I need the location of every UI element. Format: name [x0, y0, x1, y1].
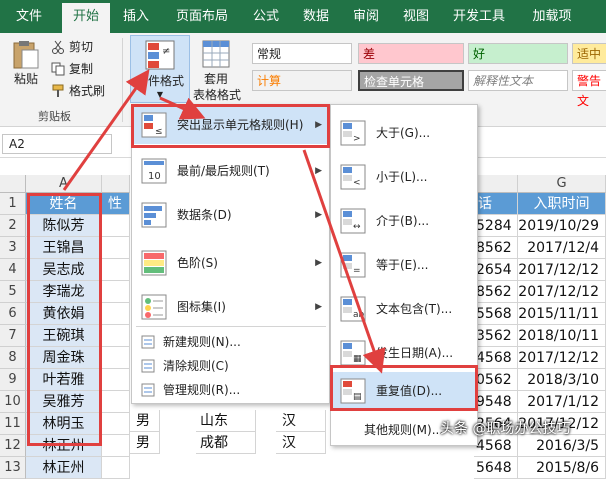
- hire-date-cell[interactable]: 2015/8/6: [518, 457, 606, 479]
- gender-cell[interactable]: [102, 457, 130, 479]
- name-cell[interactable]: 林正州: [26, 457, 102, 479]
- watermark-text: 头条 @职场办公技巧: [440, 421, 571, 437]
- phone-cell[interactable]: 5648: [474, 457, 518, 479]
- annotation-arrows: [62, 69, 386, 374]
- row-header[interactable]: 13: [0, 457, 26, 479]
